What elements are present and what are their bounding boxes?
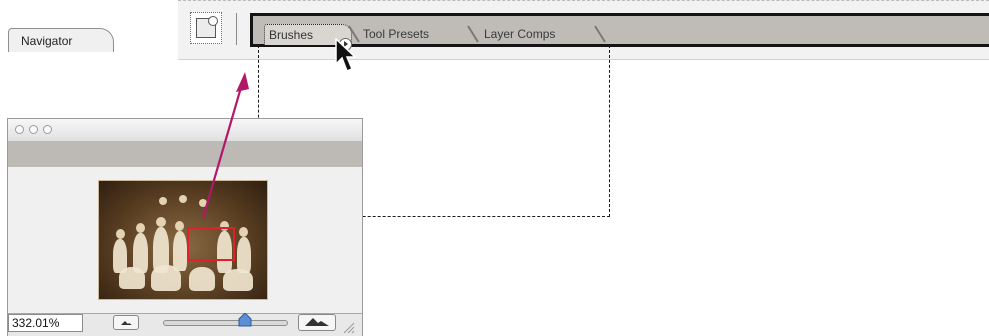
tool-preset-icon: [196, 16, 218, 38]
zoom-percent-value: 332.01%: [12, 316, 60, 330]
palette-titlebar[interactable]: [8, 119, 362, 141]
zoom-out-mountain-icon: [121, 321, 132, 325]
navigator-thumbnail: [98, 180, 268, 300]
zoom-window-icon[interactable]: [43, 125, 52, 134]
zoom-in-mountain-icon: [305, 318, 329, 326]
tab-layer-comps[interactable]: Layer Comps: [478, 24, 608, 45]
options-bar-divider: [236, 13, 237, 45]
zoom-percent-field[interactable]: 332.01%: [8, 314, 83, 332]
tab-separator-icon: [594, 25, 606, 43]
tab-tool-presets[interactable]: Tool Presets: [357, 24, 481, 45]
tab-layer-comps-label: Layer Comps: [484, 27, 556, 41]
zoom-slider-thumb[interactable]: [238, 313, 252, 327]
close-icon[interactable]: [15, 125, 24, 134]
minimize-icon[interactable]: [29, 125, 38, 134]
zoom-in-button[interactable]: [298, 314, 336, 331]
tab-tool-presets-label: Tool Presets: [363, 27, 430, 41]
resize-grip-icon[interactable]: [341, 320, 355, 334]
zoom-slider-track[interactable]: [163, 320, 288, 326]
view-area-box[interactable]: [187, 227, 235, 261]
zoom-out-button[interactable]: [113, 315, 139, 330]
palette-tab-row: [8, 141, 362, 167]
drag-arrow-head: [236, 72, 249, 92]
tab-navigator[interactable]: Navigator: [8, 28, 114, 52]
tab-navigator-label: Navigator: [21, 34, 73, 48]
tab-brushes-label: Brushes: [269, 28, 314, 42]
tool-preset-picker-button[interactable]: [190, 12, 222, 44]
mouse-cursor-icon: [335, 38, 357, 72]
